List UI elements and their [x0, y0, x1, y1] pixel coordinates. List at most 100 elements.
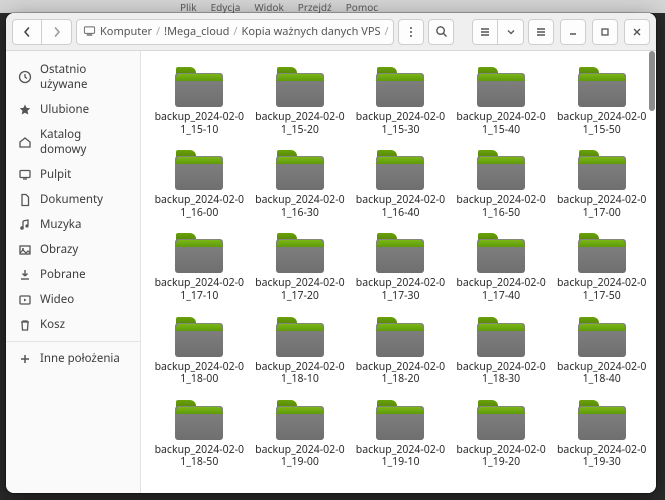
folder-item[interactable]: backup_2024-02-01_16-00	[151, 144, 248, 223]
search-button[interactable]	[428, 19, 454, 45]
folder-label: backup_2024-02-01_17-30	[354, 277, 447, 302]
sidebar-item-doc[interactable]: Dokumenty	[6, 187, 140, 212]
folder-item[interactable]: backup_2024-02-01_17-30	[352, 227, 449, 306]
folder-item[interactable]: backup_2024-02-01_17-10	[151, 227, 248, 306]
music-icon	[18, 218, 32, 232]
sidebar-item-image[interactable]: Obrazy	[6, 237, 140, 262]
path-separator: /	[156, 24, 160, 39]
download-icon	[18, 268, 32, 282]
sidebar-item-video[interactable]: Wideo	[6, 287, 140, 312]
path-segment[interactable]: Komputer	[100, 24, 152, 39]
sidebar-item-music[interactable]: Muzyka	[6, 212, 140, 237]
folder-icon	[374, 65, 426, 109]
folder-icon	[274, 398, 326, 442]
folder-icon	[475, 148, 527, 192]
menu-edycja[interactable]: Edycja	[211, 0, 241, 14]
folder-label: backup_2024-02-01_15-30	[354, 111, 447, 136]
video-icon	[18, 293, 32, 307]
maximize-button[interactable]	[592, 19, 618, 45]
folder-item[interactable]: backup_2024-02-01_16-40	[352, 144, 449, 223]
folder-item[interactable]: backup_2024-02-01_18-10	[252, 311, 349, 390]
folder-item[interactable]: backup_2024-02-01_18-30	[453, 311, 550, 390]
path-bar[interactable]: Komputer / !Mega_cloud / Kopia ważnych danyc…	[76, 19, 394, 45]
menu-widok[interactable]: Widok	[254, 0, 283, 14]
folder-item[interactable]: backup_2024-02-01_17-00	[553, 144, 650, 223]
folder-label: backup_2024-02-01_16-50	[455, 194, 548, 219]
menu-przejdź[interactable]: Przejdź	[298, 0, 332, 14]
folder-item[interactable]: backup_2024-02-01_18-40	[553, 311, 650, 390]
folder-label: backup_2024-02-01_15-20	[254, 111, 347, 136]
scrollbar-thumb[interactable]	[649, 51, 655, 111]
computer-icon	[83, 25, 96, 38]
menu-pomoc[interactable]: Pomoc	[346, 0, 378, 14]
sidebar-item-label: Muzyka	[40, 217, 81, 232]
folder-item[interactable]: backup_2024-02-01_15-20	[252, 61, 349, 140]
folder-icon	[576, 148, 628, 192]
sidebar-item-desktop[interactable]: Pulpit	[6, 162, 140, 187]
folder-label: backup_2024-02-01_17-10	[153, 277, 246, 302]
view-dropdown-button[interactable]	[498, 19, 524, 45]
hamburger-menu-button[interactable]	[528, 19, 554, 45]
clock-icon	[18, 70, 32, 84]
places-sidebar: Ostatnio używane Ulubione Katalog domowy Pu…	[6, 51, 141, 493]
folder-icon	[173, 231, 225, 275]
forward-button[interactable]	[42, 19, 72, 45]
folder-item[interactable]: backup_2024-02-01_19-30	[553, 394, 650, 473]
sidebar-item-label: Wideo	[40, 292, 74, 307]
path-menu-button[interactable]	[398, 19, 424, 45]
sidebar-item-trash[interactable]: Kosz	[6, 312, 140, 337]
folder-icon	[173, 148, 225, 192]
folder-icon	[576, 315, 628, 359]
doc-icon	[18, 193, 32, 207]
app-menubar: Plik Edycja Widok Przejdź Pomoc	[0, 0, 665, 13]
sidebar-item-label: Kosz	[40, 317, 65, 332]
list-view-button[interactable]	[472, 19, 498, 45]
folder-item[interactable]: backup_2024-02-01_18-50	[151, 394, 248, 473]
sidebar-item-label: Ostatnio używane	[40, 62, 128, 92]
folder-item[interactable]: backup_2024-02-01_19-00	[252, 394, 349, 473]
folder-label: backup_2024-02-01_16-30	[254, 194, 347, 219]
folder-icon	[173, 65, 225, 109]
menu-plik[interactable]: Plik	[180, 0, 197, 14]
folder-label: backup_2024-02-01_17-40	[455, 277, 548, 302]
folder-item[interactable]: backup_2024-02-01_18-20	[352, 311, 449, 390]
folder-item[interactable]: backup_2024-02-01_19-20	[453, 394, 550, 473]
folder-icon	[475, 315, 527, 359]
folder-item[interactable]: backup_2024-02-01_17-50	[553, 227, 650, 306]
folder-label: backup_2024-02-01_19-20	[455, 444, 548, 469]
sidebar-item-label: Katalog domowy	[40, 127, 128, 157]
folder-item[interactable]: backup_2024-02-01_16-30	[252, 144, 349, 223]
folder-item[interactable]: backup_2024-02-01_15-30	[352, 61, 449, 140]
folder-item[interactable]: backup_2024-02-01_16-50	[453, 144, 550, 223]
folder-label: backup_2024-02-01_16-00	[153, 194, 246, 219]
sidebar-item-star[interactable]: Ulubione	[6, 97, 140, 122]
path-separator: /	[233, 24, 237, 39]
sidebar-item-clock[interactable]: Ostatnio używane	[6, 57, 140, 97]
folder-icon	[475, 231, 527, 275]
folder-icon	[274, 65, 326, 109]
path-segment[interactable]: Kopia ważnych danych VPS	[242, 24, 381, 39]
close-button[interactable]	[624, 19, 650, 45]
path-segment[interactable]: InfluxDB	[393, 24, 394, 39]
sidebar-item-download[interactable]: Pobrane	[6, 262, 140, 287]
sidebar-item-home[interactable]: Katalog domowy	[6, 122, 140, 162]
folder-content-area[interactable]: backup_2024-02-01_15-10backup_2024-02-01…	[141, 51, 656, 493]
minimize-button[interactable]	[560, 19, 586, 45]
folder-item[interactable]: backup_2024-02-01_15-50	[553, 61, 650, 140]
folder-icon	[475, 398, 527, 442]
folder-item[interactable]: backup_2024-02-01_17-20	[252, 227, 349, 306]
back-button[interactable]	[12, 19, 42, 45]
folder-icon	[576, 65, 628, 109]
folder-item[interactable]: backup_2024-02-01_18-00	[151, 311, 248, 390]
folder-item[interactable]: backup_2024-02-01_19-10	[352, 394, 449, 473]
folder-item[interactable]: backup_2024-02-01_15-40	[453, 61, 550, 140]
folder-item[interactable]: backup_2024-02-01_17-40	[453, 227, 550, 306]
icon-grid: backup_2024-02-01_15-10backup_2024-02-01…	[151, 61, 650, 473]
view-mode-group	[472, 19, 524, 45]
folder-label: backup_2024-02-01_17-50	[555, 277, 648, 302]
folder-item[interactable]: backup_2024-02-01_15-10	[151, 61, 248, 140]
path-segment[interactable]: !Mega_cloud	[164, 24, 229, 39]
sidebar-other-locations[interactable]: Inne położenia	[6, 346, 140, 371]
folder-icon	[374, 398, 426, 442]
scrollbar[interactable]	[648, 51, 656, 493]
